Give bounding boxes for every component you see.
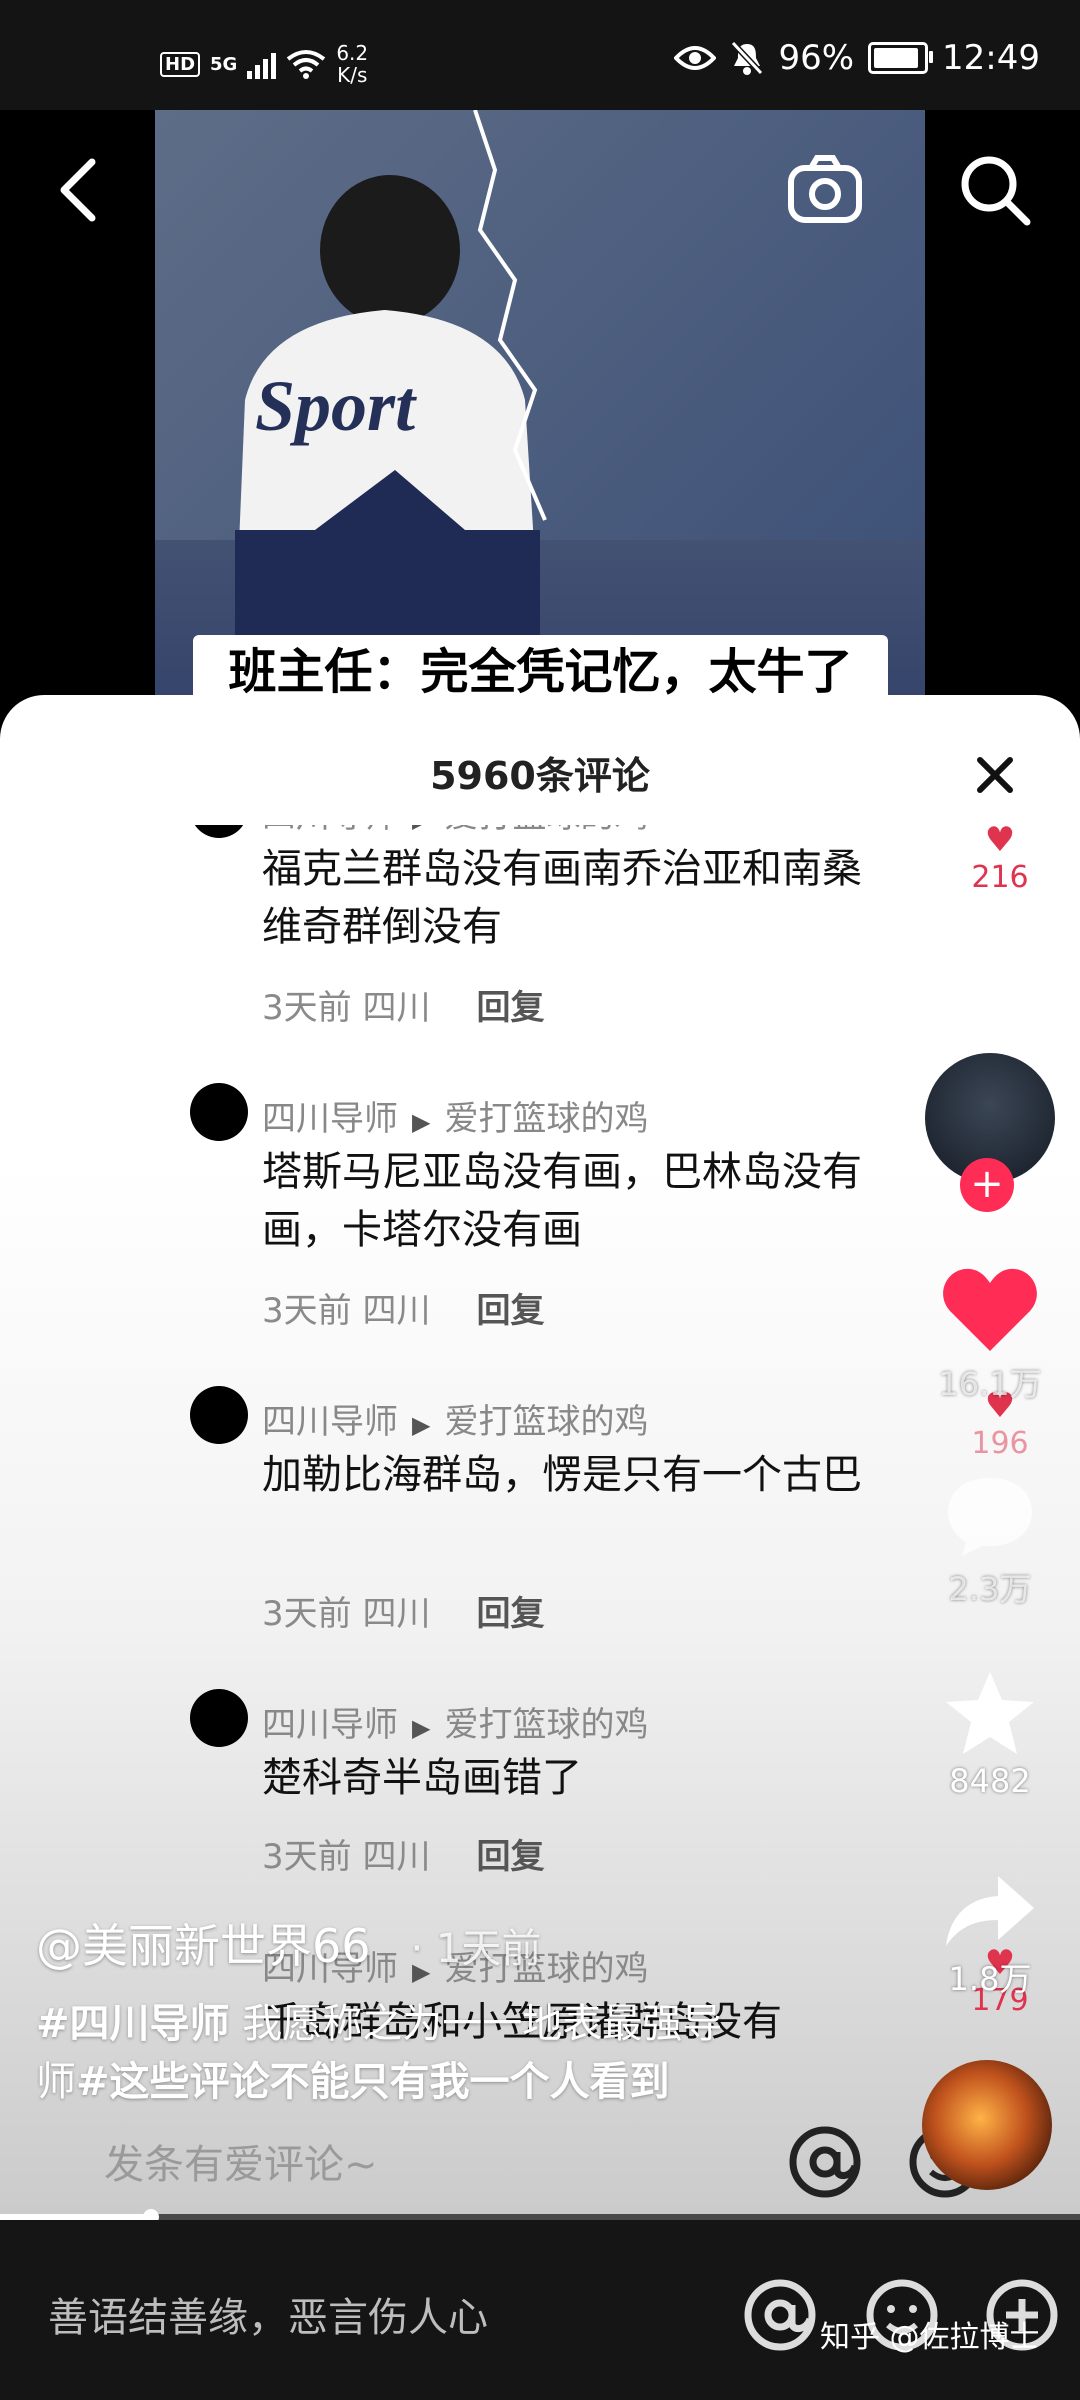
comment-text: 楚科奇半岛画错了 bbox=[262, 1755, 582, 1801]
bottom-comment-input[interactable]: 善语结善缘，恶言伤人心 bbox=[48, 2285, 488, 2343]
comment-footer: 3天前 四川 回复 bbox=[262, 1829, 544, 1878]
lightning-icon bbox=[473, 110, 547, 521]
comment-meta: 四川导师 ▶ 爱打篮球的鸡 bbox=[262, 1091, 648, 1140]
heart-icon bbox=[943, 1268, 1037, 1351]
reply-button[interactable]: 回复 bbox=[476, 1291, 544, 1331]
comment-age: 3天前 bbox=[262, 988, 352, 1028]
like-count: 216 bbox=[971, 860, 1029, 895]
favorite-count: 8482 bbox=[949, 1762, 1031, 1800]
comment-reply-to[interactable]: 爱打篮球的鸡 bbox=[444, 825, 648, 836]
commenter-avatar[interactable] bbox=[190, 1386, 248, 1444]
commenter-avatar[interactable] bbox=[190, 1083, 248, 1141]
heart-icon: ♥ bbox=[984, 825, 1016, 860]
comment-age: 3天前 bbox=[262, 1837, 352, 1877]
reply-arrow-icon: ▶ bbox=[412, 825, 430, 833]
star-icon bbox=[946, 1672, 1034, 1754]
network-status: HD 5G 6.2 K/s bbox=[160, 42, 368, 86]
comment-reply-to[interactable]: 爱打篮球的鸡 bbox=[444, 1402, 648, 1442]
mention-icon[interactable] bbox=[740, 2275, 820, 2355]
network-type: 5G bbox=[210, 53, 238, 75]
comment-location: 四川 bbox=[362, 1837, 431, 1877]
search-button[interactable] bbox=[955, 150, 1035, 230]
eye-icon bbox=[674, 46, 717, 70]
comment-bubble-icon bbox=[948, 1478, 1032, 1556]
like-count: 16.1万 bbox=[938, 1365, 1042, 1403]
reply-button[interactable]: 回复 bbox=[476, 988, 544, 1028]
hashtag[interactable]: #这些评论不能只有我一个人看到 bbox=[76, 2059, 670, 2105]
reply-arrow-icon: ▶ bbox=[412, 1714, 431, 1742]
share-button[interactable]: 1.8万 bbox=[930, 1870, 1050, 2000]
commenter-avatar[interactable] bbox=[190, 1689, 248, 1747]
hashtag[interactable]: #四川导师 bbox=[36, 2001, 230, 2047]
comment-meta: 四川导师 ▶ 爱打篮球的鸡 bbox=[262, 825, 648, 837]
commenter-avatar[interactable] bbox=[190, 825, 248, 838]
signal-icon bbox=[247, 49, 277, 79]
comment-location: 四川 bbox=[362, 1291, 431, 1331]
share-count: 1.8万 bbox=[948, 1960, 1032, 1998]
comment-button[interactable]: 2.3万 bbox=[930, 1470, 1050, 1610]
speed-value: 6.2 bbox=[336, 41, 369, 65]
reply-arrow-icon: ▶ bbox=[412, 1411, 431, 1439]
comment-age: 3天前 bbox=[262, 1594, 352, 1634]
share-arrow-icon bbox=[946, 1876, 1034, 1946]
mute-bell-icon bbox=[731, 40, 764, 76]
follow-button[interactable]: + bbox=[960, 1158, 1014, 1212]
music-disc[interactable] bbox=[922, 2060, 1052, 2190]
reply-arrow-icon: ▶ bbox=[412, 1108, 431, 1136]
video-player[interactable]: Sport 班主任：完全凭记忆，太牛了 bbox=[0, 110, 1080, 710]
reply-button[interactable]: 回复 bbox=[476, 1594, 544, 1634]
speed-unit: K/s bbox=[337, 63, 368, 87]
shirt-text: Sport bbox=[255, 366, 417, 446]
camera-button[interactable] bbox=[785, 150, 865, 230]
comment-reply-to[interactable]: 爱打篮球的鸡 bbox=[444, 1705, 648, 1745]
comment-reply-to[interactable]: 爱打篮球的鸡 bbox=[444, 1099, 648, 1139]
back-button[interactable] bbox=[50, 150, 110, 230]
network-speed: 6.2 K/s bbox=[336, 42, 368, 86]
watermark: 知乎 @佐拉博士 bbox=[820, 2320, 1040, 2355]
status-right: 96% 12:49 bbox=[674, 38, 1040, 78]
like-count: 196 bbox=[971, 1426, 1029, 1461]
comment-input[interactable]: 发条有爱评论~ bbox=[104, 2132, 378, 2190]
mention-icon[interactable] bbox=[785, 2122, 865, 2202]
comment-count: 2.3万 bbox=[948, 1570, 1032, 1608]
comment-location: 四川 bbox=[362, 988, 431, 1028]
post-time: · 1天前 bbox=[410, 1926, 542, 1972]
bottom-comment-bar: 善语结善缘，恶言伤人心 知乎 @佐拉博士 bbox=[0, 2220, 1080, 2400]
status-bar: HD 5G 6.2 K/s 96% 12:49 bbox=[0, 0, 1080, 110]
comment-meta: 四川导师 ▶ 爱打篮球的鸡 bbox=[262, 1394, 648, 1443]
comments-count-title: 5960条评论 bbox=[430, 754, 650, 798]
comment-meta: 四川导师 ▶ 爱打篮球的鸡 bbox=[262, 1697, 648, 1746]
comment-text: 加勒比海群岛，愣是只有一个古巴 bbox=[262, 1452, 862, 1498]
comment-text: 福克兰群岛没有画南乔治亚和南桑维奇群倒没有 bbox=[262, 846, 862, 950]
hd-badge: HD bbox=[160, 51, 201, 77]
comment-input-row: 发条有爱评论~ bbox=[0, 2110, 1080, 2210]
comment-user[interactable]: 四川导师 bbox=[262, 1402, 398, 1442]
battery-icon bbox=[868, 42, 934, 74]
close-button[interactable] bbox=[970, 750, 1020, 800]
reply-button[interactable]: 回复 bbox=[476, 1837, 544, 1877]
comment-footer: 3天前 四川 回复 bbox=[262, 1283, 544, 1332]
like-button[interactable]: 16.1万 bbox=[930, 1265, 1050, 1405]
comment-user[interactable]: 四川导师 bbox=[262, 1099, 398, 1139]
comment-user[interactable]: 四川导师 bbox=[262, 1705, 398, 1745]
comment-user[interactable]: 四川导师 bbox=[262, 825, 398, 836]
comment-list[interactable]: 四川导师 ▶ 爱打篮球的鸡 福克兰群岛没有画南乔治亚和南桑维奇群倒没有 3天前 四川… bbox=[0, 825, 1080, 2075]
comment-location: 四川 bbox=[362, 1594, 431, 1634]
clock: 12:49 bbox=[942, 38, 1040, 78]
wifi-icon bbox=[287, 50, 326, 79]
comment-like[interactable]: ♥ 216 bbox=[965, 825, 1035, 895]
comment-footer: 3天前 四川 回复 bbox=[262, 980, 544, 1029]
video-author[interactable]: @美丽新世界66 · 1天前 bbox=[36, 1910, 541, 1976]
comment-text: 塔斯马尼亚岛没有画，巴林岛没有画，卡塔尔没有画 bbox=[262, 1149, 862, 1253]
favorite-button[interactable]: 8482 bbox=[930, 1668, 1050, 1800]
comment-age: 3天前 bbox=[262, 1291, 352, 1331]
battery-percent: 96% bbox=[778, 38, 855, 78]
comment-footer: 3天前 四川 回复 bbox=[262, 1586, 544, 1635]
author-name[interactable]: @美丽新世界66 bbox=[36, 1919, 371, 1973]
video-description: #四川导师 我愿称之为一一地表最强导师#这些评论不能只有我一个人看到 bbox=[36, 1995, 756, 2111]
